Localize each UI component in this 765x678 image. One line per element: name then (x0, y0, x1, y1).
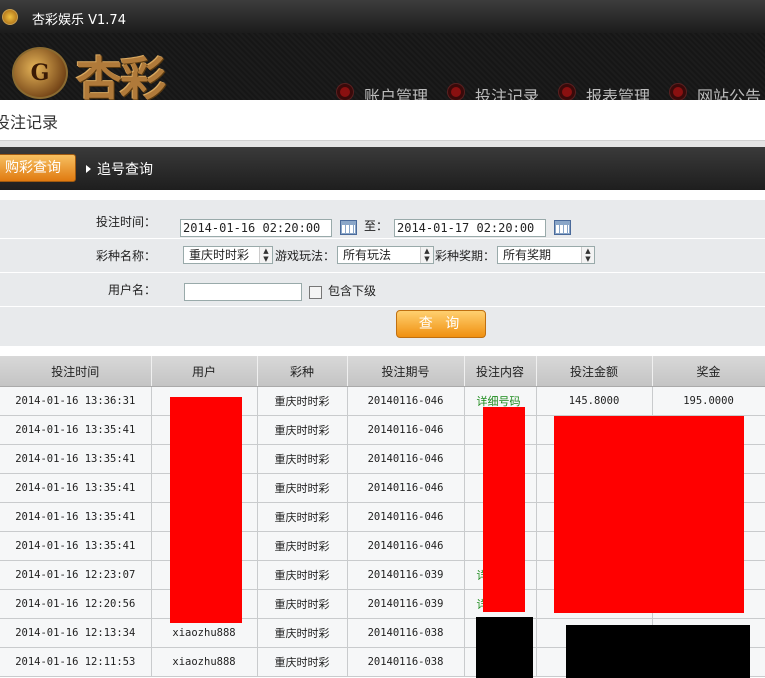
cell-lottery: 重庆时时彩 (257, 502, 348, 532)
redaction-block (476, 617, 533, 678)
lottery-select[interactable]: 重庆时时彩 ▲ ▼ (183, 246, 273, 264)
cell-time: 2014-01-16 13:35:41 (0, 531, 152, 561)
cell-period: 20140116-038 (347, 647, 465, 677)
cell-period: 20140116-039 (347, 589, 465, 619)
period-select[interactable]: 所有奖期 ▲ ▼ (497, 246, 595, 264)
page-title: 投注记录 (0, 113, 59, 132)
col-header-user[interactable]: 用户 (151, 356, 258, 387)
cell-prize: 195.0000 (652, 386, 765, 416)
play-select-value: 所有玩法 (343, 248, 392, 262)
filter-row-user: 用户名： 包含下级 (0, 272, 765, 307)
col-header-amount[interactable]: 投注金额 (536, 356, 653, 387)
redaction-block (170, 397, 242, 623)
col-header-period[interactable]: 投注期号 (347, 356, 465, 387)
cell-lottery: 重庆时时彩 (257, 589, 348, 619)
cell-time: 2014-01-16 13:35:41 (0, 502, 152, 532)
calendar-icon[interactable] (554, 220, 571, 235)
bullet-icon (673, 87, 683, 97)
logo-emblem-icon[interactable]: G (12, 47, 68, 99)
col-header-lottery[interactable]: 彩种 (257, 356, 348, 387)
username-input[interactable] (184, 283, 302, 301)
tab-label: 追号查询 (97, 162, 153, 178)
cell-lottery: 重庆时时彩 (257, 444, 348, 474)
cell-time: 2014-01-16 12:13:34 (0, 618, 152, 648)
site-header: G 杏彩 账户管理 投注记录 报表管理 网站公告 (0, 33, 765, 106)
bet-time-label: 投注时间： (95, 215, 156, 229)
caret-right-icon (86, 165, 91, 173)
lottery-label: 彩种名称： (95, 249, 156, 263)
cell-lottery: 重庆时时彩 (257, 386, 348, 416)
cell-time: 2014-01-16 12:23:07 (0, 560, 152, 590)
cell-period: 20140116-046 (347, 502, 465, 532)
window-titlebar: 杏彩娱乐 V1.74 (0, 0, 765, 33)
include-sub-checkbox[interactable] (309, 286, 322, 299)
cell-lottery: 重庆时时彩 (257, 473, 348, 503)
period-select-value: 所有奖期 (503, 248, 552, 262)
app-icon (2, 9, 18, 25)
cell-period: 20140116-046 (347, 386, 465, 416)
tab-purchase-query[interactable]: 购彩查询 (0, 154, 76, 182)
page-title-bar: 投注记录 (0, 100, 765, 141)
play-select[interactable]: 所有玩法 ▲ ▼ (337, 246, 434, 264)
username-label: 用户名： (107, 283, 156, 297)
bullet-icon (562, 87, 572, 97)
window-title: 杏彩娱乐 V1.74 (32, 13, 126, 28)
redaction-block (483, 407, 525, 612)
cell-time: 2014-01-16 13:35:41 (0, 415, 152, 445)
cell-period: 20140116-046 (347, 473, 465, 503)
cell-period: 20140116-046 (347, 531, 465, 561)
chevron-updown-icon: ▲ ▼ (259, 247, 272, 263)
cell-time: 2014-01-16 12:11:53 (0, 647, 152, 677)
cell-period: 20140116-038 (347, 618, 465, 648)
cell-amount: 145.8000 (536, 386, 653, 416)
end-time-input[interactable]: 2014-01-17 02:20:00 (394, 219, 546, 237)
table-row[interactable]: 2014-01-16 13:36:31 重庆时时彩 20140116-046 详细号码… (0, 386, 765, 416)
cell-period: 20140116-039 (347, 560, 465, 590)
period-label: 彩种奖期： (435, 249, 496, 263)
cell-lottery: 重庆时时彩 (257, 531, 348, 561)
cell-lottery: 重庆时时彩 (257, 647, 348, 677)
redaction-block (566, 625, 750, 678)
table-header-row: 投注时间 用户 彩种 投注期号 投注内容 投注金额 奖金 (0, 356, 765, 387)
col-header-prize[interactable]: 奖金 (652, 356, 765, 387)
cell-user: xiaozhu888 (151, 647, 258, 677)
cell-time: 2014-01-16 12:20:56 (0, 589, 152, 619)
filter-row-time: 投注时间： 2014-01-16 02:20:00 至： 2014-01-17 … (0, 204, 765, 239)
calendar-icon[interactable] (340, 220, 357, 235)
cell-time: 2014-01-16 13:35:41 (0, 473, 152, 503)
cell-period: 20140116-046 (347, 444, 465, 474)
include-sub-label: 包含下级 (328, 284, 377, 298)
chevron-updown-icon: ▲ ▼ (420, 247, 433, 263)
lottery-select-value: 重庆时时彩 (189, 248, 250, 262)
col-header-content[interactable]: 投注内容 (464, 356, 537, 387)
start-time-input[interactable]: 2014-01-16 02:20:00 (180, 219, 332, 237)
play-label: 游戏玩法： (275, 249, 336, 263)
cell-period: 20140116-046 (347, 415, 465, 445)
cell-lottery: 重庆时时彩 (257, 618, 348, 648)
bullet-icon (340, 87, 350, 97)
cell-time: 2014-01-16 13:35:41 (0, 444, 152, 474)
to-label: 至： (364, 219, 389, 233)
cell-lottery: 重庆时时彩 (257, 415, 348, 445)
cell-time: 2014-01-16 13:36:31 (0, 386, 152, 416)
cell-lottery: 重庆时时彩 (257, 560, 348, 590)
redaction-block (554, 416, 744, 613)
bullet-icon (451, 87, 461, 97)
tab-chase-query[interactable]: 追号查询 (86, 159, 153, 179)
tab-bar: 购彩查询 追号查询 (0, 147, 765, 190)
chevron-updown-icon: ▲ ▼ (581, 247, 594, 263)
filter-form: 投注时间： 2014-01-16 02:20:00 至： 2014-01-17 … (0, 200, 765, 346)
query-button[interactable]: 查 询 (396, 310, 486, 338)
filter-row-lottery: 彩种名称： 重庆时时彩 ▲ ▼ 游戏玩法： 所有玩法 ▲ ▼ 彩种奖期： 所有奖期 … (0, 238, 765, 273)
col-header-time[interactable]: 投注时间 (0, 356, 152, 387)
